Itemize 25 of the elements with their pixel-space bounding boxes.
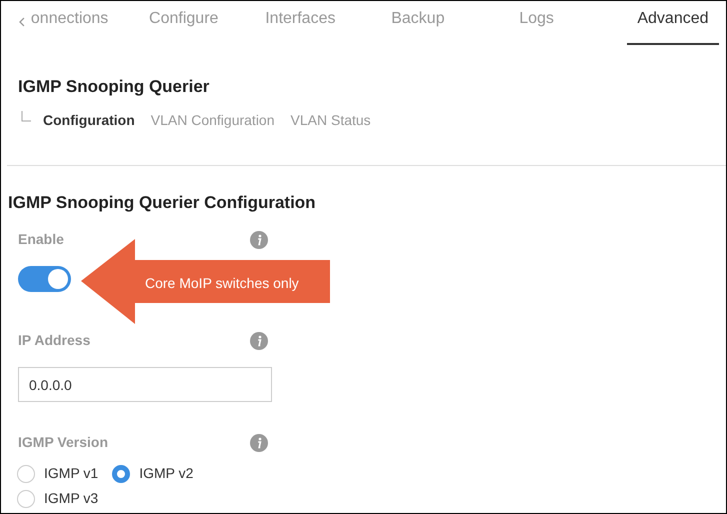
tab[interactable]: onnections	[30, 7, 108, 45]
toggle-switch[interactable]	[18, 266, 71, 292]
subnav-link[interactable]: Configuration	[43, 110, 135, 130]
info-icon[interactable]	[250, 230, 268, 248]
field-label: Enable	[18, 230, 64, 249]
scroll-left-icon[interactable]	[19, 17, 25, 27]
field-label: IP Address	[18, 331, 90, 350]
tab[interactable]: Backup	[391, 7, 445, 45]
radio-option[interactable]: IGMP v1	[17, 463, 98, 484]
section-title: IGMP Snooping Querier Configuration	[8, 192, 317, 214]
page-title: IGMP Snooping Querier	[18, 76, 210, 98]
input-field[interactable]: 0.0.0.0	[18, 367, 272, 402]
info-icon[interactable]	[250, 434, 268, 452]
tab[interactable]: Interfaces	[265, 7, 336, 45]
info-icon[interactable]	[250, 332, 268, 350]
field-label: IGMP Version	[18, 433, 108, 452]
tab[interactable]: Configure	[149, 7, 218, 45]
tab[interactable]: Logs	[519, 7, 554, 45]
radio-option[interactable]: IGMP v2	[112, 463, 194, 484]
tree-branch-icon	[21, 110, 31, 122]
radio-option[interactable]: IGMP v3	[17, 488, 98, 509]
tab[interactable]: Advanced	[627, 7, 719, 45]
subnav-link[interactable]: VLAN Status	[290, 110, 371, 130]
subnav-link[interactable]: VLAN Configuration	[150, 110, 275, 130]
callout-text: Core MoIP switches only	[145, 274, 299, 293]
